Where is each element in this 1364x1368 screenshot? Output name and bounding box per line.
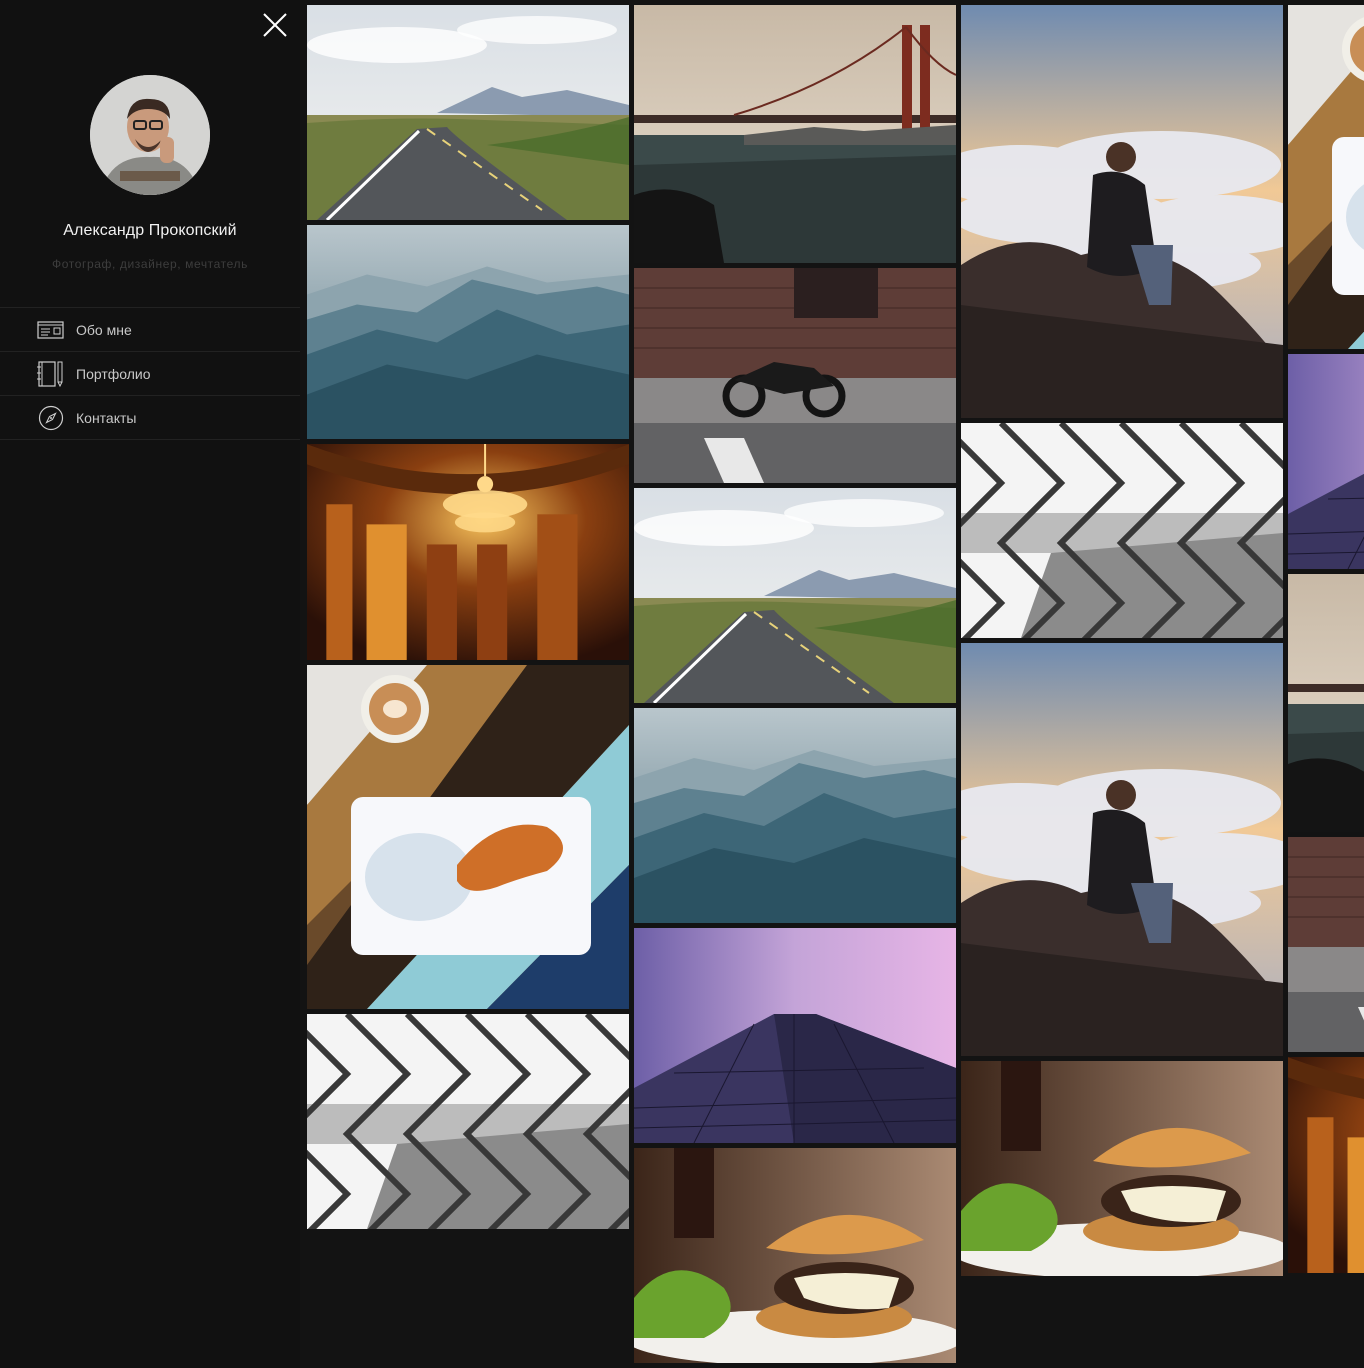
- nav-label-contacts: Контакты: [76, 409, 137, 426]
- photo-motorcycle[interactable]: [634, 268, 956, 483]
- photo-burger[interactable]: [961, 1061, 1283, 1276]
- nav-item-about[interactable]: Обо мне: [0, 308, 300, 352]
- photo-misty-mountains[interactable]: [634, 708, 956, 923]
- photo-golden-gate-bridge[interactable]: [634, 5, 956, 263]
- photo-golden-gate-bridge[interactable]: [1288, 574, 1364, 832]
- nav-item-portfolio[interactable]: Портфолио: [0, 352, 300, 396]
- sidebar: Александр Прокопский Фотограф, дизайнер,…: [0, 0, 300, 1368]
- main-nav: Обо мне Портфолио Контакты: [0, 307, 300, 440]
- profile-tagline: Фотограф, дизайнер, мечтатель: [52, 257, 248, 271]
- photo-misty-mountains[interactable]: [307, 225, 629, 439]
- photo-food-plate[interactable]: [1288, 5, 1364, 349]
- photo-chain-fence[interactable]: [307, 1014, 629, 1229]
- photo-man-above-clouds[interactable]: [961, 643, 1283, 1056]
- photo-man-above-clouds[interactable]: [961, 5, 1283, 418]
- photo-food-plate[interactable]: [307, 665, 629, 1009]
- id-card-icon: [37, 316, 64, 343]
- photo-road[interactable]: [307, 5, 629, 220]
- photo-road[interactable]: [634, 488, 956, 703]
- photo-skyscraper[interactable]: [634, 928, 956, 1143]
- close-icon[interactable]: [262, 12, 288, 38]
- photo-motorcycle[interactable]: [1288, 837, 1364, 1052]
- photo-skyscraper[interactable]: [1288, 354, 1364, 569]
- photo-chandelier-theater[interactable]: [1288, 1057, 1364, 1273]
- nav-label-portfolio: Портфолио: [76, 365, 151, 382]
- photo-burger[interactable]: [634, 1148, 956, 1363]
- notebook-icon: [37, 360, 64, 387]
- photo-chandelier-theater[interactable]: [307, 444, 629, 660]
- photo-gallery: [307, 5, 1364, 1368]
- nav-label-about: Обо мне: [76, 321, 132, 338]
- photo-chain-fence[interactable]: [961, 423, 1283, 638]
- avatar: [90, 75, 210, 195]
- compass-icon: [37, 404, 64, 431]
- profile-name: Александр Прокопский: [63, 222, 237, 239]
- nav-item-contacts[interactable]: Контакты: [0, 396, 300, 440]
